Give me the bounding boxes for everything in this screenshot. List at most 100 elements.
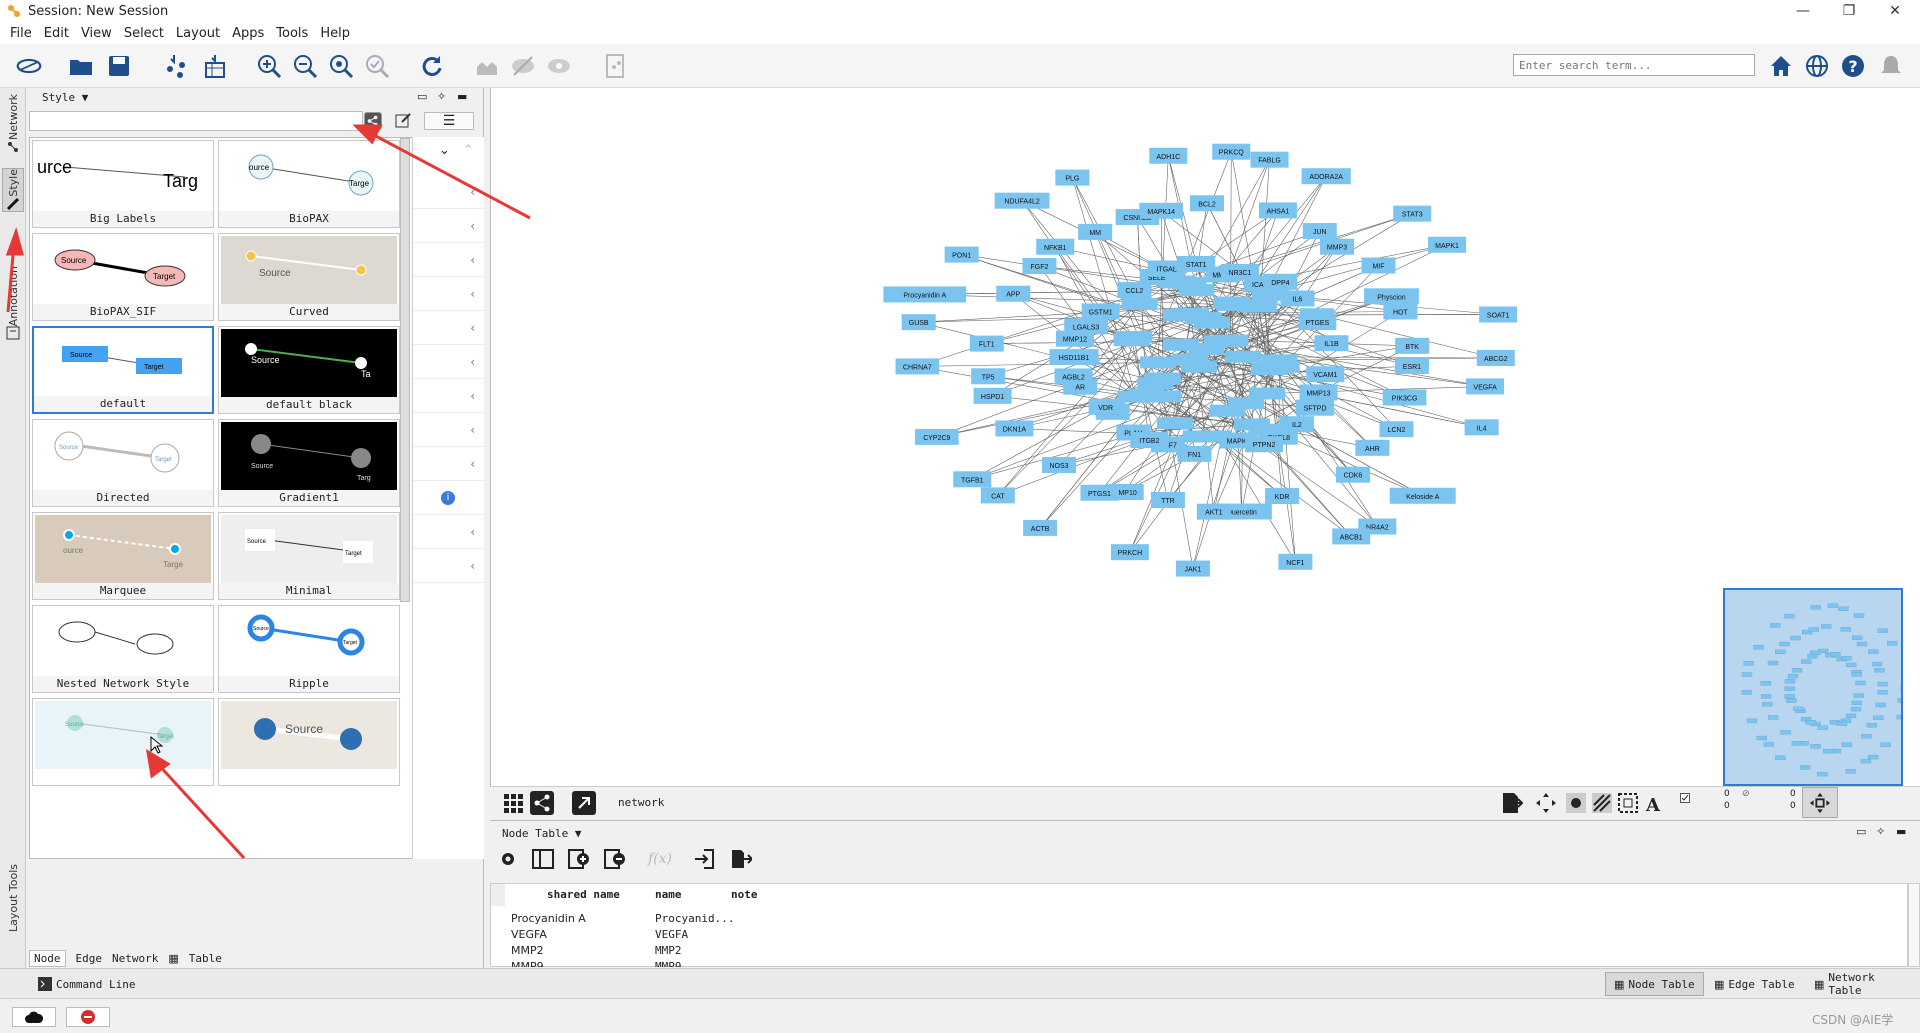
network-node[interactable]: TTR xyxy=(1150,492,1185,509)
tab-network-table[interactable]: ▦ Network Table xyxy=(1806,971,1920,997)
network-node[interactable]: ADORA2A xyxy=(1301,168,1351,185)
tab-network-style[interactable]: Network xyxy=(112,952,158,965)
checkbox-icon[interactable] xyxy=(1680,793,1690,803)
network-node[interactable]: IL4 xyxy=(1464,419,1499,436)
logo-icon[interactable] xyxy=(12,52,46,80)
network-node[interactable]: CHRNA7 xyxy=(895,358,940,375)
network-node[interactable]: HSD11B1 xyxy=(1049,349,1099,366)
cell-name-1[interactable]: VEGFA xyxy=(655,928,688,941)
zoom-selected-icon[interactable] xyxy=(362,52,392,80)
minimize-panel-icon[interactable]: ▬ xyxy=(457,90,467,103)
network-node[interactable]: FN1 xyxy=(1177,445,1212,462)
export-table-icon[interactable] xyxy=(730,849,753,869)
network-node[interactable]: APP xyxy=(996,285,1031,302)
style-thumbnail[interactable]: ource Targe BioPAX xyxy=(218,140,400,228)
network-node[interactable]: ADH1C xyxy=(1149,147,1188,164)
network-node[interactable]: VCAM1 xyxy=(1306,366,1345,383)
save-icon[interactable] xyxy=(104,52,134,80)
style-thumbnail[interactable]: Source Targ Gradient1 xyxy=(218,419,400,507)
network-node[interactable]: MMP3 xyxy=(1319,238,1354,255)
network-node[interactable]: PLG xyxy=(1055,169,1090,186)
menu-view[interactable]: View xyxy=(75,26,118,41)
network-node[interactable]: PTGES xyxy=(1298,314,1337,331)
network-node[interactable]: MIF xyxy=(1361,257,1396,274)
network-node[interactable]: IL6 xyxy=(1280,290,1315,307)
network-node[interactable]: NR3C1 xyxy=(1220,264,1259,281)
function-builder-icon[interactable]: f(x) xyxy=(640,851,680,867)
share-style-icon[interactable] xyxy=(364,112,382,130)
network-node[interactable]: PON1 xyxy=(944,246,979,263)
globe-icon[interactable] xyxy=(1802,52,1832,80)
cell-shared-name-3[interactable]: MMP9 xyxy=(511,960,544,967)
tab-node-table[interactable]: ▦ Node Table xyxy=(1605,972,1704,996)
detach-view-icon[interactable] xyxy=(572,791,596,815)
network-node[interactable]: DKN1A xyxy=(995,420,1034,437)
tab-style[interactable]: Style xyxy=(2,168,24,212)
show-icon[interactable] xyxy=(544,52,574,80)
float-panel-icon[interactable]: ▭ xyxy=(417,90,427,103)
help-icon[interactable]: ? xyxy=(1838,52,1868,80)
cell-name-3[interactable]: MMP9 xyxy=(655,960,682,967)
network-node[interactable]: SFTPD xyxy=(1296,399,1335,416)
show-columns-icon[interactable] xyxy=(532,849,554,869)
network-node[interactable]: CYP2C9 xyxy=(915,428,959,445)
tab-edge-table[interactable]: ▦ Edge Table xyxy=(1706,972,1803,996)
property-row-toggle[interactable]: ‹ xyxy=(413,209,485,243)
network-node[interactable]: JAK1 xyxy=(1175,560,1210,577)
network-node[interactable]: VEGFA xyxy=(1466,378,1505,395)
network-node[interactable]: IL2 xyxy=(1279,416,1314,433)
delete-column-icon[interactable] xyxy=(604,849,626,869)
collapse-all-icon[interactable]: ⌄ xyxy=(439,143,450,158)
expand-all-icon[interactable]: ⌃ xyxy=(463,143,474,158)
select-nodes-icon[interactable] xyxy=(1564,791,1588,815)
grid-view-icon[interactable] xyxy=(502,791,526,815)
birds-eye-view[interactable] xyxy=(1723,588,1903,786)
select-edges-icon[interactable] xyxy=(1590,791,1614,815)
tab-annotation[interactable]: Annotation xyxy=(2,266,24,340)
tab-node[interactable]: Node xyxy=(29,949,66,967)
network-node[interactable]: MAPK1 xyxy=(1428,236,1467,253)
network-node[interactable]: AHR xyxy=(1355,439,1390,456)
property-row-toggle[interactable]: ‹ xyxy=(413,379,485,413)
style-thumbnail[interactable]: ource Targe Marquee xyxy=(32,512,214,600)
style-thumbnail[interactable]: Source xyxy=(218,698,400,786)
property-row-toggle[interactable]: ‹ xyxy=(413,549,485,583)
network-node[interactable]: HOT xyxy=(1383,303,1418,320)
network-node[interactable]: ESR1 xyxy=(1394,357,1429,374)
network-node[interactable]: BTK xyxy=(1395,337,1430,354)
share-network-icon[interactable] xyxy=(530,791,554,815)
style-thumbnail[interactable]: Source Target default xyxy=(32,326,214,414)
tab-network[interactable]: Network xyxy=(2,94,24,154)
style-thumbnail[interactable]: Source Curved xyxy=(218,233,400,321)
options-menu-icon[interactable]: ☰ xyxy=(424,112,474,130)
cell-shared-name-2[interactable]: MMP2 xyxy=(511,944,544,957)
tab-edge[interactable]: Edge xyxy=(76,952,103,965)
network-node[interactable]: FLT1 xyxy=(969,335,1004,352)
cell-name-2[interactable]: MMP2 xyxy=(655,944,682,957)
style-selector-dropdown[interactable] xyxy=(29,111,363,131)
open-folder-icon[interactable] xyxy=(66,52,96,80)
network-node[interactable]: TP5 xyxy=(971,368,1006,385)
select-annotations-icon[interactable] xyxy=(1616,791,1640,815)
stop-button[interactable] xyxy=(66,1007,110,1027)
style-thumbnail[interactable]: Source Target Directed xyxy=(32,419,214,507)
property-row-toggle[interactable]: ‹ xyxy=(413,277,485,311)
import-table-data-icon[interactable] xyxy=(694,849,716,869)
new-network-icon[interactable] xyxy=(600,52,630,80)
tab-layout-tools[interactable]: Layout Tools xyxy=(2,864,24,932)
network-node[interactable]: KDR xyxy=(1265,488,1300,505)
style-thumbnail[interactable]: Nested Network Style xyxy=(32,605,214,693)
label-selection-icon[interactable]: A xyxy=(1642,791,1666,815)
network-node[interactable]: AHSA1 xyxy=(1258,202,1297,219)
home-network-icon[interactable] xyxy=(472,52,502,80)
move-arrows-icon[interactable] xyxy=(1534,791,1558,815)
network-node[interactable]: LCN2 xyxy=(1379,421,1414,438)
search-input[interactable] xyxy=(1513,54,1755,76)
property-row-toggle[interactable]: ‹ xyxy=(413,175,485,209)
network-node[interactable]: PTGS1 xyxy=(1080,484,1119,501)
network-node[interactable]: ABCB1 xyxy=(1332,528,1371,545)
network-node[interactable]: CCL2 xyxy=(1117,282,1152,299)
property-row-toggle[interactable]: ‹ xyxy=(413,413,485,447)
network-node[interactable]: Procyanidin A xyxy=(883,286,967,303)
col-name[interactable]: name xyxy=(655,888,682,901)
